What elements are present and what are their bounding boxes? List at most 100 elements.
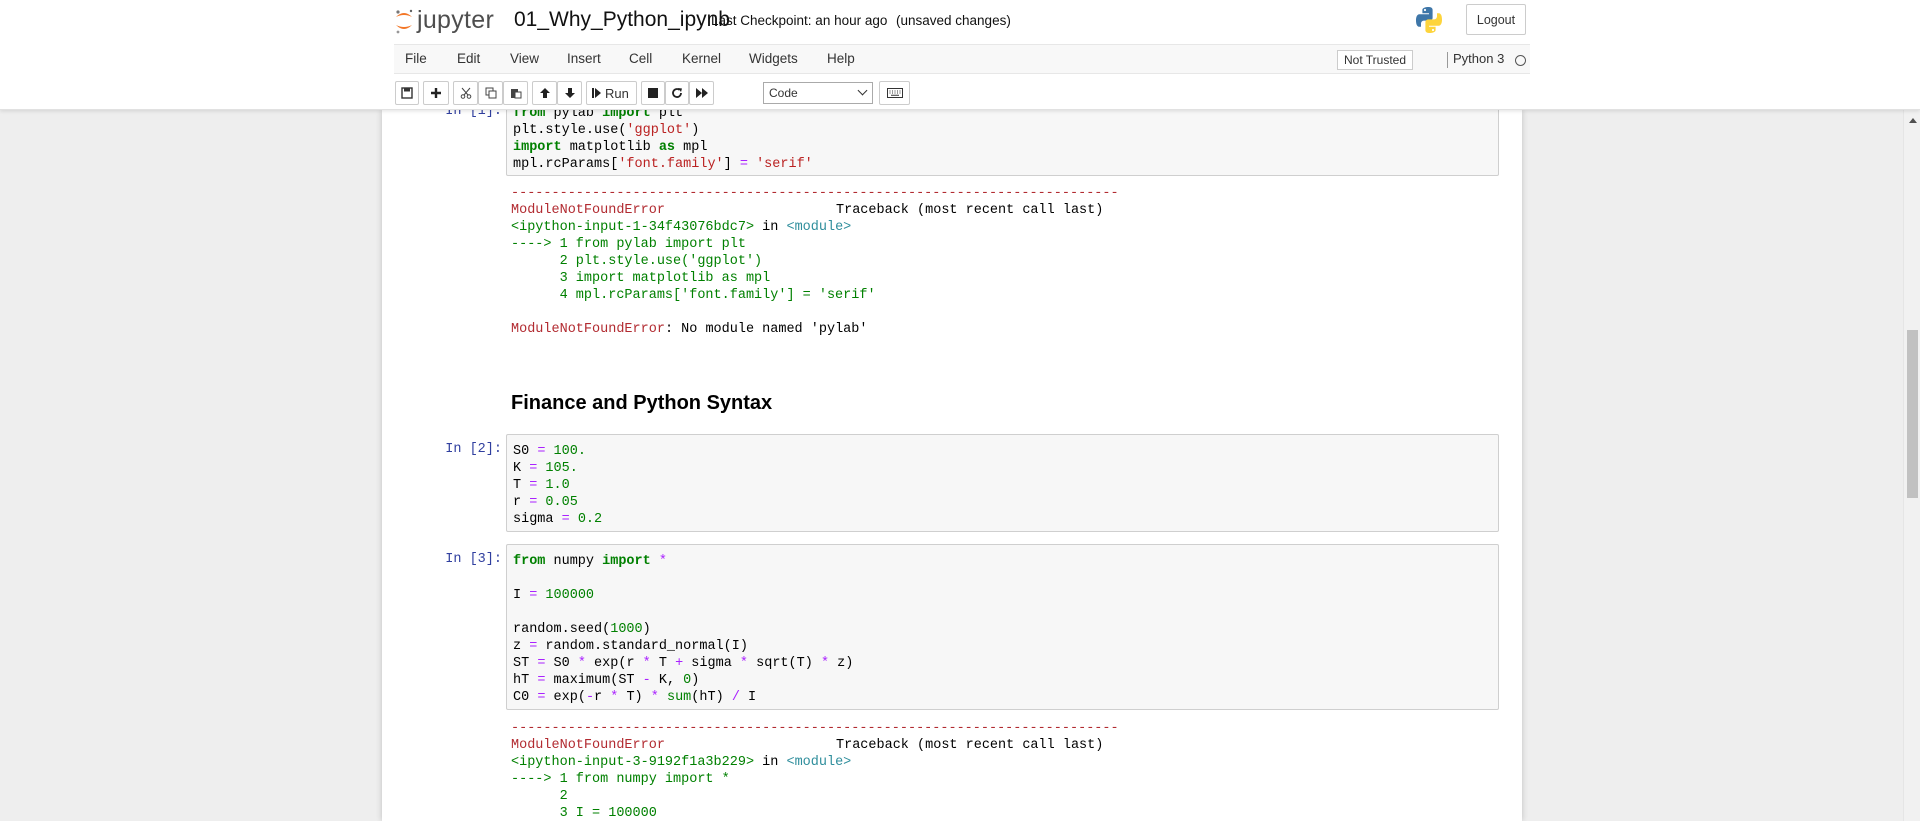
cell-3-code[interactable]: from numpy import * I = 100000 random.se… bbox=[506, 544, 1499, 710]
restart-button[interactable] bbox=[665, 81, 689, 105]
code-line: hT = maximum(ST - K, 0) bbox=[513, 673, 700, 688]
code-line: import matplotlib as mpl bbox=[513, 140, 708, 155]
error-header: ModuleNotFoundError Traceback (most recen… bbox=[511, 202, 1103, 219]
title-row: jupyter 01_Why_Python_ipynb Last Checkpo… bbox=[394, 0, 1530, 44]
insert-cell-button[interactable] bbox=[423, 81, 449, 105]
code-line: mpl.rcParams['font.family'] = 'serif' bbox=[513, 157, 813, 172]
code-line: I = 100000 bbox=[513, 588, 595, 603]
menu-kernel[interactable]: Kernel bbox=[682, 51, 721, 66]
menu-help[interactable]: Help bbox=[827, 51, 855, 66]
scrollbar-thumb[interactable] bbox=[1907, 330, 1918, 498]
scroll-up-arrow-icon[interactable] bbox=[1909, 118, 1917, 123]
in-word: in bbox=[762, 220, 779, 235]
traceback-line-3: 3 I = 100000 bbox=[511, 806, 657, 821]
traceback-label: Traceback (most recent call last) bbox=[836, 203, 1104, 218]
menu-file[interactable]: File bbox=[405, 51, 427, 66]
code-line: C0 = exp(-r * T) * sum(hT) / I bbox=[513, 690, 757, 705]
paste-button[interactable] bbox=[503, 81, 528, 105]
kernel-separator bbox=[1447, 52, 1448, 68]
code-line: plt.style.use('ggplot') bbox=[513, 123, 700, 138]
code-line: sigma = 0.2 bbox=[513, 512, 603, 527]
code-line: K = 105. bbox=[513, 461, 578, 476]
notebook-header: jupyter 01_Why_Python_ipynb Last Checkpo… bbox=[0, 0, 1920, 110]
cell-2-code[interactable]: S0 = 100. K = 105. T = 1.0 r = 0.05 sigm… bbox=[506, 434, 1499, 532]
menu-widgets[interactable]: Widgets bbox=[749, 51, 798, 66]
error-message: No module named 'pylab' bbox=[681, 322, 868, 337]
interrupt-button[interactable] bbox=[641, 81, 665, 105]
code-line: ST = S0 * exp(r * T + sigma * sqrt(T) * … bbox=[513, 656, 854, 671]
stop-icon bbox=[648, 88, 658, 98]
menubar: File Edit View Insert Cell Kernel Widget… bbox=[394, 44, 1530, 74]
paste-icon bbox=[510, 87, 522, 99]
module-ref: <module> bbox=[786, 755, 852, 770]
notebook-name[interactable]: 01_Why_Python_ipynb bbox=[514, 8, 730, 32]
cell-3-prompt: In [3]: bbox=[445, 552, 502, 567]
move-down-button[interactable] bbox=[557, 81, 582, 105]
traceback-label: Traceback (most recent call last) bbox=[836, 738, 1104, 753]
arrow-up-icon bbox=[539, 87, 551, 99]
code-line: S0 = 100. bbox=[513, 444, 586, 459]
menu-insert[interactable]: Insert bbox=[567, 51, 601, 66]
step-forward-icon bbox=[592, 88, 601, 98]
traceback-line-2: 2 plt.style.use('ggplot') bbox=[511, 254, 763, 269]
code-line: z = random.standard_normal(I) bbox=[513, 639, 748, 654]
plus-icon bbox=[430, 87, 442, 99]
restart-run-all-button[interactable] bbox=[689, 81, 714, 105]
cell-1-code[interactable]: from pylab import plt plt.style.use('ggp… bbox=[506, 110, 1499, 176]
kernel-idle-icon bbox=[1515, 55, 1526, 66]
toolbar: Run Code bbox=[394, 78, 1530, 108]
trust-button[interactable]: Not Trusted bbox=[1337, 50, 1414, 70]
save-button[interactable] bbox=[395, 81, 419, 105]
cell-1-prompt: In [1]: bbox=[445, 110, 502, 119]
in-word: in bbox=[762, 755, 779, 770]
traceback-line-2: 2 bbox=[511, 789, 568, 804]
error-separator: ----------------------------------------… bbox=[511, 721, 1119, 736]
menu-edit[interactable]: Edit bbox=[457, 51, 480, 66]
command-palette-button[interactable] bbox=[879, 81, 910, 105]
code-line: T = 1.0 bbox=[513, 478, 570, 493]
kernel-name[interactable]: Python 3 bbox=[1453, 51, 1504, 66]
logout-button[interactable]: Logout bbox=[1466, 4, 1526, 35]
menu-cell[interactable]: Cell bbox=[629, 51, 652, 66]
chevron-down-icon bbox=[857, 85, 868, 96]
code-line: random.seed(1000) bbox=[513, 622, 651, 637]
traceback-line-3: 3 import matplotlib as mpl bbox=[511, 271, 771, 286]
arrow-down-icon bbox=[564, 87, 576, 99]
save-icon bbox=[401, 87, 413, 99]
input-ref: <ipython-input-1-34f43076bdc7> bbox=[511, 220, 755, 235]
refresh-icon bbox=[671, 87, 683, 99]
fast-forward-icon bbox=[695, 88, 708, 98]
copy-icon bbox=[485, 87, 497, 99]
unsaved-status: (unsaved changes) bbox=[896, 13, 1011, 28]
notebook-container: In [1]: from pylab import plt plt.style.… bbox=[382, 110, 1522, 821]
error-name: ModuleNotFoundError bbox=[511, 203, 665, 218]
traceback-line-4: 4 mpl.rcParams['font.family'] = 'serif' bbox=[511, 288, 876, 303]
checkpoint-status: Last Checkpoint: an hour ago bbox=[711, 13, 888, 28]
cut-button[interactable] bbox=[453, 81, 478, 105]
cell-type-select[interactable]: Code bbox=[763, 82, 873, 104]
run-button[interactable]: Run bbox=[586, 81, 637, 105]
python-logo-icon bbox=[1414, 5, 1444, 35]
move-up-button[interactable] bbox=[532, 81, 557, 105]
input-ref: <ipython-input-3-9192f1a3b229> bbox=[511, 755, 755, 770]
scissors-icon bbox=[460, 87, 472, 99]
traceback-line-1: ----> 1 from numpy import * bbox=[511, 772, 730, 787]
code-line: r = 0.05 bbox=[513, 495, 578, 510]
jupyter-logo[interactable]: jupyter bbox=[394, 6, 494, 35]
menu-view[interactable]: View bbox=[510, 51, 539, 66]
module-ref: <module> bbox=[786, 220, 852, 235]
copy-button[interactable] bbox=[478, 81, 503, 105]
keyboard-icon bbox=[886, 88, 903, 98]
error-message-line: ModuleNotFoundError: No module named 'py… bbox=[511, 322, 868, 337]
page-scrollbar[interactable] bbox=[1903, 110, 1920, 821]
error-header: ModuleNotFoundError Traceback (most recen… bbox=[511, 737, 1103, 754]
jupyter-logo-text: jupyter bbox=[417, 6, 495, 34]
code-line: from numpy import * bbox=[513, 554, 667, 569]
error-separator: ----------------------------------------… bbox=[511, 186, 1119, 201]
traceback-location: <ipython-input-3-9192f1a3b229> in <modul… bbox=[511, 754, 851, 771]
traceback-location: <ipython-input-1-34f43076bdc7> in <modul… bbox=[511, 219, 851, 236]
error-name: ModuleNotFoundError bbox=[511, 738, 665, 753]
cell-type-value: Code bbox=[769, 86, 798, 100]
traceback-line-1: ----> 1 from pylab import plt bbox=[511, 237, 746, 252]
run-label: Run bbox=[605, 85, 629, 101]
